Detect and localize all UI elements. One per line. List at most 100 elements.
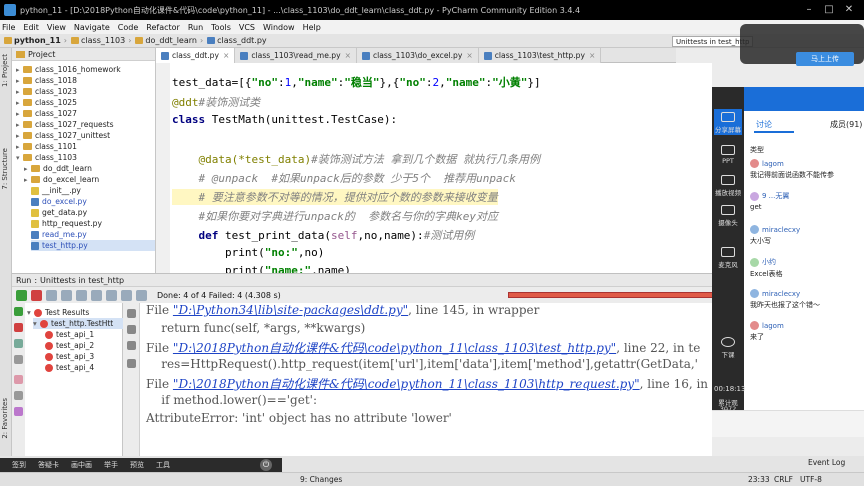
tree-item[interactable]: http_request.py [31, 218, 102, 229]
collapse-all-icon[interactable] [91, 289, 102, 301]
tree-item[interactable]: ▸ do_ddt_learn [24, 163, 92, 174]
tree-item[interactable]: ▸ class_1018 [16, 75, 77, 86]
tab-members[interactable]: 成员(91) [830, 119, 862, 130]
close-tab-icon[interactable]: × [223, 51, 229, 60]
qa-card-button[interactable]: 答疑卡 [38, 460, 59, 470]
breadcrumb-item[interactable]: class_ddt.py [207, 36, 267, 45]
test-case[interactable]: test_api_2 [45, 340, 94, 351]
tab-discuss[interactable]: 讨论 [756, 119, 772, 130]
line-separator[interactable]: CRLF [774, 475, 793, 484]
close-icon[interactable] [14, 391, 23, 400]
down-arrow-icon[interactable] [127, 325, 136, 334]
raise-hand-button[interactable]: 举手 [104, 460, 118, 470]
share-screen-button[interactable]: 分享屏幕 [714, 109, 742, 135]
chat-input-bar[interactable] [712, 410, 864, 437]
play-video-button[interactable]: 播放视频 [714, 175, 742, 197]
end-class-button[interactable]: 下课 [714, 337, 742, 359]
mic-button[interactable]: 麦克风 [714, 247, 742, 269]
up-arrow-icon[interactable] [127, 309, 136, 318]
settings-icon[interactable] [14, 355, 23, 364]
stop-icon[interactable] [31, 289, 42, 301]
wrap-icon[interactable] [127, 341, 136, 350]
tree-item[interactable]: ▸ class_1025 [16, 97, 77, 108]
breadcrumb-item[interactable]: do_ddt_learn › [135, 36, 203, 45]
close-icon[interactable]: ✕ [842, 3, 856, 17]
pause-icon[interactable] [14, 339, 23, 348]
test-suite[interactable]: ▾ test_http.TestHtt [33, 318, 123, 329]
folder-icon [23, 88, 32, 95]
file-encoding[interactable]: UTF-8 [800, 475, 822, 484]
checkin-button[interactable]: 签到 [12, 460, 26, 470]
tree-item[interactable]: read_me.py [31, 229, 87, 240]
maximize-icon[interactable]: □ [822, 3, 836, 17]
tree-item[interactable]: ▸ do_excel_learn [24, 174, 99, 185]
menu-refactor[interactable]: Refactor [146, 23, 180, 32]
chat-message: 小约 Excel表格 [750, 257, 783, 278]
menu-code[interactable]: Code [118, 23, 138, 32]
cursor-position[interactable]: 23:33 [748, 475, 770, 484]
breadcrumb-item[interactable]: python_11 › [4, 36, 67, 45]
upload-button[interactable]: 马上上传 [796, 52, 854, 66]
pip-button[interactable]: 画中画 [71, 460, 92, 470]
sort-icon[interactable] [61, 289, 72, 301]
menu-window[interactable]: Window [263, 23, 295, 32]
expand-all-icon[interactable] [76, 289, 87, 301]
project-tool-tab[interactable]: 1: Project [1, 54, 9, 87]
tree-item[interactable]: ▸ class_1101 [16, 141, 77, 152]
tree-item[interactable]: ▸ class_1016_homework [16, 64, 121, 75]
code-editor[interactable]: test_data=[{"no":1,"name":"稳当"},{"no":2,… [156, 63, 712, 273]
pin-icon[interactable] [14, 375, 23, 384]
stop-icon[interactable] [14, 323, 23, 332]
test-case[interactable]: test_api_3 [45, 351, 94, 362]
prev-fail-icon[interactable] [106, 289, 117, 301]
close-tab-icon[interactable]: × [466, 51, 472, 60]
preview-button[interactable]: 预览 [130, 460, 144, 470]
next-fail-icon[interactable] [121, 289, 132, 301]
menu-view[interactable]: View [47, 23, 66, 32]
help-icon[interactable] [14, 407, 23, 416]
folder-icon [23, 66, 32, 73]
toggle-passed-icon[interactable] [46, 289, 57, 301]
favorites-tool-tab[interactable]: 2: Favorites [1, 398, 9, 439]
run-icon[interactable] [14, 307, 23, 316]
test-case[interactable]: test_api_1 [45, 329, 94, 340]
changes-tool-tab[interactable]: 9: Changes [300, 475, 342, 484]
tree-item[interactable]: do_excel.py [31, 196, 87, 207]
tree-item[interactable]: get_data.py [31, 207, 87, 218]
menu-help[interactable]: Help [303, 23, 321, 32]
menu-navigate[interactable]: Navigate [74, 23, 110, 32]
tree-item[interactable]: ▸ class_1027 [16, 108, 77, 119]
menu-vcs[interactable]: VCS [239, 23, 255, 32]
minimize-icon[interactable]: – [802, 3, 816, 17]
export-icon[interactable] [136, 289, 147, 301]
menu-file[interactable]: File [2, 23, 15, 32]
power-icon[interactable]: ⏻ [260, 459, 272, 471]
menu-bar: File Edit View Navigate Code Refactor Ru… [0, 20, 864, 34]
event-log-button[interactable]: Event Log [808, 458, 845, 467]
print-icon[interactable] [127, 359, 136, 368]
structure-tool-tab[interactable]: 7: Structure [1, 148, 9, 190]
camera-button[interactable]: 摄像头 [714, 205, 742, 227]
breadcrumb-item[interactable]: class_1103 › [71, 36, 131, 45]
test-root[interactable]: ▾ Test Results [27, 307, 89, 318]
tools-button[interactable]: 工具 [156, 460, 170, 470]
rerun-icon[interactable] [16, 289, 27, 301]
test-case[interactable]: test_api_4 [45, 362, 94, 373]
tab-do-excel[interactable]: class_1103\do_excel.py × [356, 48, 479, 63]
menu-run[interactable]: Run [188, 23, 203, 32]
tab-class-ddt[interactable]: class_ddt.py × [156, 48, 236, 63]
tree-item-selected[interactable]: test_http.py [31, 240, 155, 251]
menu-tools[interactable]: Tools [211, 23, 231, 32]
console-output[interactable]: File "D:\Python34\lib\site-packages\ddt.… [140, 303, 712, 456]
close-tab-icon[interactable]: × [589, 51, 595, 60]
ppt-button[interactable]: PPT [714, 145, 742, 165]
close-tab-icon[interactable]: × [345, 51, 351, 60]
tree-item[interactable]: ▸ class_1023 [16, 86, 77, 97]
tree-item[interactable]: ▾ class_1103 [16, 152, 77, 163]
tab-read-me[interactable]: class_1103\read_me.py × [235, 48, 357, 63]
menu-edit[interactable]: Edit [23, 23, 39, 32]
tree-item[interactable]: __init__.py [31, 185, 81, 196]
tab-test-http[interactable]: class_1103\test_http.py × [478, 48, 602, 63]
tree-item[interactable]: ▸ class_1027_requests [16, 119, 114, 130]
tree-item[interactable]: ▸ class_1027_unittest [16, 130, 110, 141]
